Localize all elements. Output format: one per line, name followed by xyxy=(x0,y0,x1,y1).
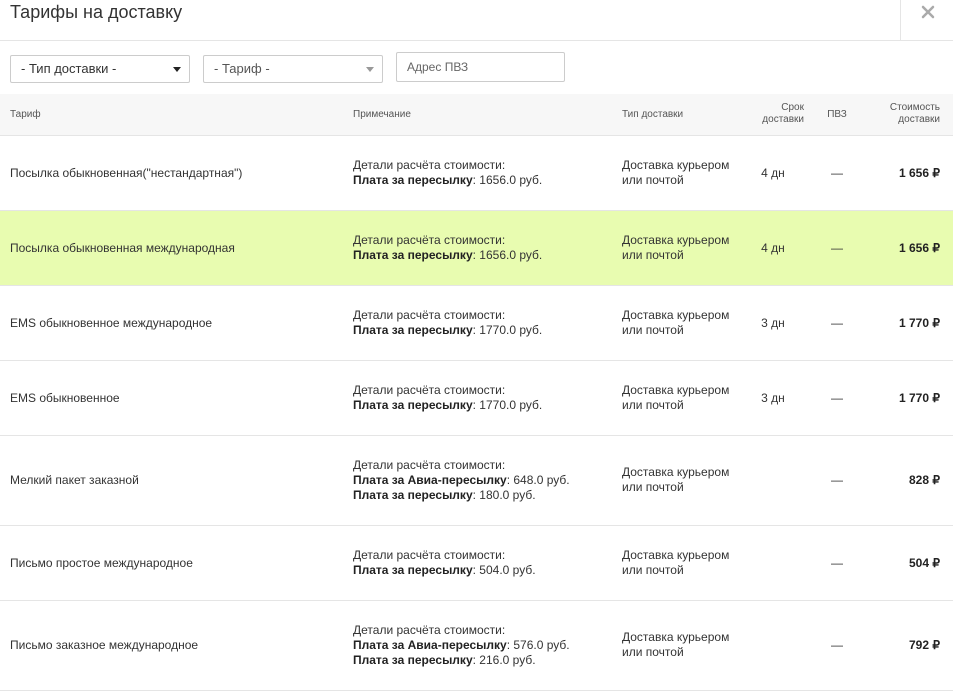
tariff-note: Детали расчёта стоимости: Плата за перес… xyxy=(353,210,622,286)
delivery-price: 1 770 ₽ xyxy=(862,360,953,436)
table-row[interactable]: Посылка обыкновенная("нестандартная") Де… xyxy=(0,135,953,211)
note-label: Плата за пересылку xyxy=(353,487,473,502)
tariff-name: Мелкий пакет заказной xyxy=(0,435,353,526)
note-label: Плата за пересылку xyxy=(353,322,473,337)
tariff-name: EMS обыкновенное международное xyxy=(0,285,353,361)
dialog-header: Тарифы на доставку xyxy=(0,0,953,41)
column-header-delivery-type[interactable]: Тип доставки xyxy=(622,94,742,136)
table-row[interactable]: EMS обыкновенное международное Детали ра… xyxy=(0,285,953,361)
column-header-tariff[interactable]: Тариф xyxy=(0,94,353,136)
delivery-days: 3 дн xyxy=(742,285,812,361)
chevron-down-icon xyxy=(173,67,181,72)
note-label: Плата за Авиа-пересылку xyxy=(353,472,507,487)
delivery-type: Доставка курьером или почтой xyxy=(622,210,742,286)
delivery-price: 1 770 ₽ xyxy=(862,285,953,361)
column-header-term[interactable]: Срок доставки xyxy=(742,94,812,136)
column-header-cost-line2: доставки xyxy=(898,114,940,126)
note-title: Детали расчёта стоимости: xyxy=(353,547,506,562)
note-value: : 180.0 руб. xyxy=(472,487,536,502)
table-row[interactable]: Письмо простое международное Детали расч… xyxy=(0,525,953,601)
tariff-name: Письмо заказное международное xyxy=(0,600,353,691)
close-icon xyxy=(921,5,935,19)
delivery-price: 792 ₽ xyxy=(862,600,953,691)
delivery-type: Доставка курьером или почтой xyxy=(622,285,742,361)
filters-bar: - Тип доставки - - Тариф - xyxy=(0,41,953,94)
column-header-note: Примечание xyxy=(353,94,622,136)
note-label: Плата за пересылку xyxy=(353,562,473,577)
tariff-select-value: - Тариф - xyxy=(214,61,270,76)
column-header-term-line1: Срок xyxy=(781,102,804,114)
note-label: Плата за пересылку xyxy=(353,172,473,187)
delivery-type: Доставка курьером или почтой xyxy=(622,435,742,526)
note-value: : 1770.0 руб. xyxy=(472,397,543,412)
delivery-type: Доставка курьером или почтой xyxy=(622,135,742,211)
delivery-days: 3 дн xyxy=(742,360,812,436)
column-header-cost[interactable]: Стоимость доставки xyxy=(862,94,953,136)
tariff-note: Детали расчёта стоимости: Плата за Авиа-… xyxy=(353,600,622,691)
column-header-cost-line1: Стоимость xyxy=(889,102,940,114)
tariff-note: Детали расчёта стоимости: Плата за перес… xyxy=(353,525,622,601)
dialog-title: Тарифы на доставку xyxy=(10,2,183,22)
note-title: Детали расчёта стоимости: xyxy=(353,457,506,472)
delivery-type: Доставка курьером или почтой xyxy=(622,525,742,601)
note-title: Детали расчёта стоимости: xyxy=(353,622,506,637)
tariff-name: EMS обыкновенное xyxy=(0,360,353,436)
note-label: Плата за пересылку xyxy=(353,247,473,262)
note-title: Детали расчёта стоимости: xyxy=(353,307,506,322)
tariff-note: Детали расчёта стоимости: Плата за Авиа-… xyxy=(353,435,622,526)
tariff-name: Посылка обыкновенная("нестандартная") xyxy=(0,135,353,211)
note-value: : 216.0 руб. xyxy=(472,652,536,667)
note-value: : 1656.0 руб. xyxy=(472,247,543,262)
pvz-value: — xyxy=(812,210,862,286)
delivery-price: 1 656 ₽ xyxy=(862,135,953,211)
note-title: Детали расчёта стоимости: xyxy=(353,232,506,247)
delivery-days: 4 дн xyxy=(742,135,812,211)
pvz-value: — xyxy=(812,600,862,691)
chevron-down-icon xyxy=(366,67,374,72)
pvz-value: — xyxy=(812,135,862,211)
pvz-address-input[interactable] xyxy=(396,52,565,82)
delivery-type: Доставка курьером или почтой xyxy=(622,360,742,436)
delivery-price: 828 ₽ xyxy=(862,435,953,526)
note-label: Плата за пересылку xyxy=(353,652,473,667)
delivery-days xyxy=(742,435,812,526)
table-body: Посылка обыкновенная("нестандартная") Де… xyxy=(0,135,953,691)
table-row[interactable]: Письмо заказное международное Детали рас… xyxy=(0,600,953,691)
note-value: : 504.0 руб. xyxy=(472,562,536,577)
table-row[interactable]: EMS обыкновенное Детали расчёта стоимост… xyxy=(0,360,953,436)
note-value: : 648.0 руб. xyxy=(506,472,570,487)
table-row[interactable]: Посылка обыкновенная международная Детал… xyxy=(0,210,953,286)
note-value: : 576.0 руб. xyxy=(506,637,570,652)
delivery-type-select[interactable]: - Тип доставки - xyxy=(10,55,190,83)
column-header-term-line2: доставки xyxy=(762,114,804,126)
note-value: : 1770.0 руб. xyxy=(472,322,543,337)
delivery-days: 4 дн xyxy=(742,210,812,286)
tariff-select[interactable]: - Тариф - xyxy=(203,55,383,83)
pvz-value: — xyxy=(812,360,862,436)
column-header-pvz[interactable]: ПВЗ xyxy=(812,94,862,136)
pvz-value: — xyxy=(812,525,862,601)
table-header-row: Тариф Примечание Тип доставки Срок доста… xyxy=(0,94,953,136)
delivery-price: 504 ₽ xyxy=(862,525,953,601)
note-label: Плата за Авиа-пересылку xyxy=(353,637,507,652)
tariff-note: Детали расчёта стоимости: Плата за перес… xyxy=(353,285,622,361)
tariff-note: Детали расчёта стоимости: Плата за перес… xyxy=(353,360,622,436)
delivery-price: 1 656 ₽ xyxy=(862,210,953,286)
tariff-name: Посылка обыкновенная международная xyxy=(0,210,353,286)
delivery-days xyxy=(742,600,812,691)
delivery-days xyxy=(742,525,812,601)
table-row[interactable]: Мелкий пакет заказной Детали расчёта сто… xyxy=(0,435,953,526)
note-title: Детали расчёта стоимости: xyxy=(353,382,506,397)
delivery-type-select-value: - Тип доставки - xyxy=(21,61,117,76)
close-button[interactable] xyxy=(900,0,953,40)
pvz-value: — xyxy=(812,285,862,361)
tariff-note: Детали расчёта стоимости: Плата за перес… xyxy=(353,135,622,211)
note-value: : 1656.0 руб. xyxy=(472,172,543,187)
tariff-name: Письмо простое международное xyxy=(0,525,353,601)
note-label: Плата за пересылку xyxy=(353,397,473,412)
pvz-value: — xyxy=(812,435,862,526)
delivery-type: Доставка курьером или почтой xyxy=(622,600,742,691)
note-title: Детали расчёта стоимости: xyxy=(353,157,506,172)
tariffs-table: Тариф Примечание Тип доставки Срок доста… xyxy=(0,94,953,691)
